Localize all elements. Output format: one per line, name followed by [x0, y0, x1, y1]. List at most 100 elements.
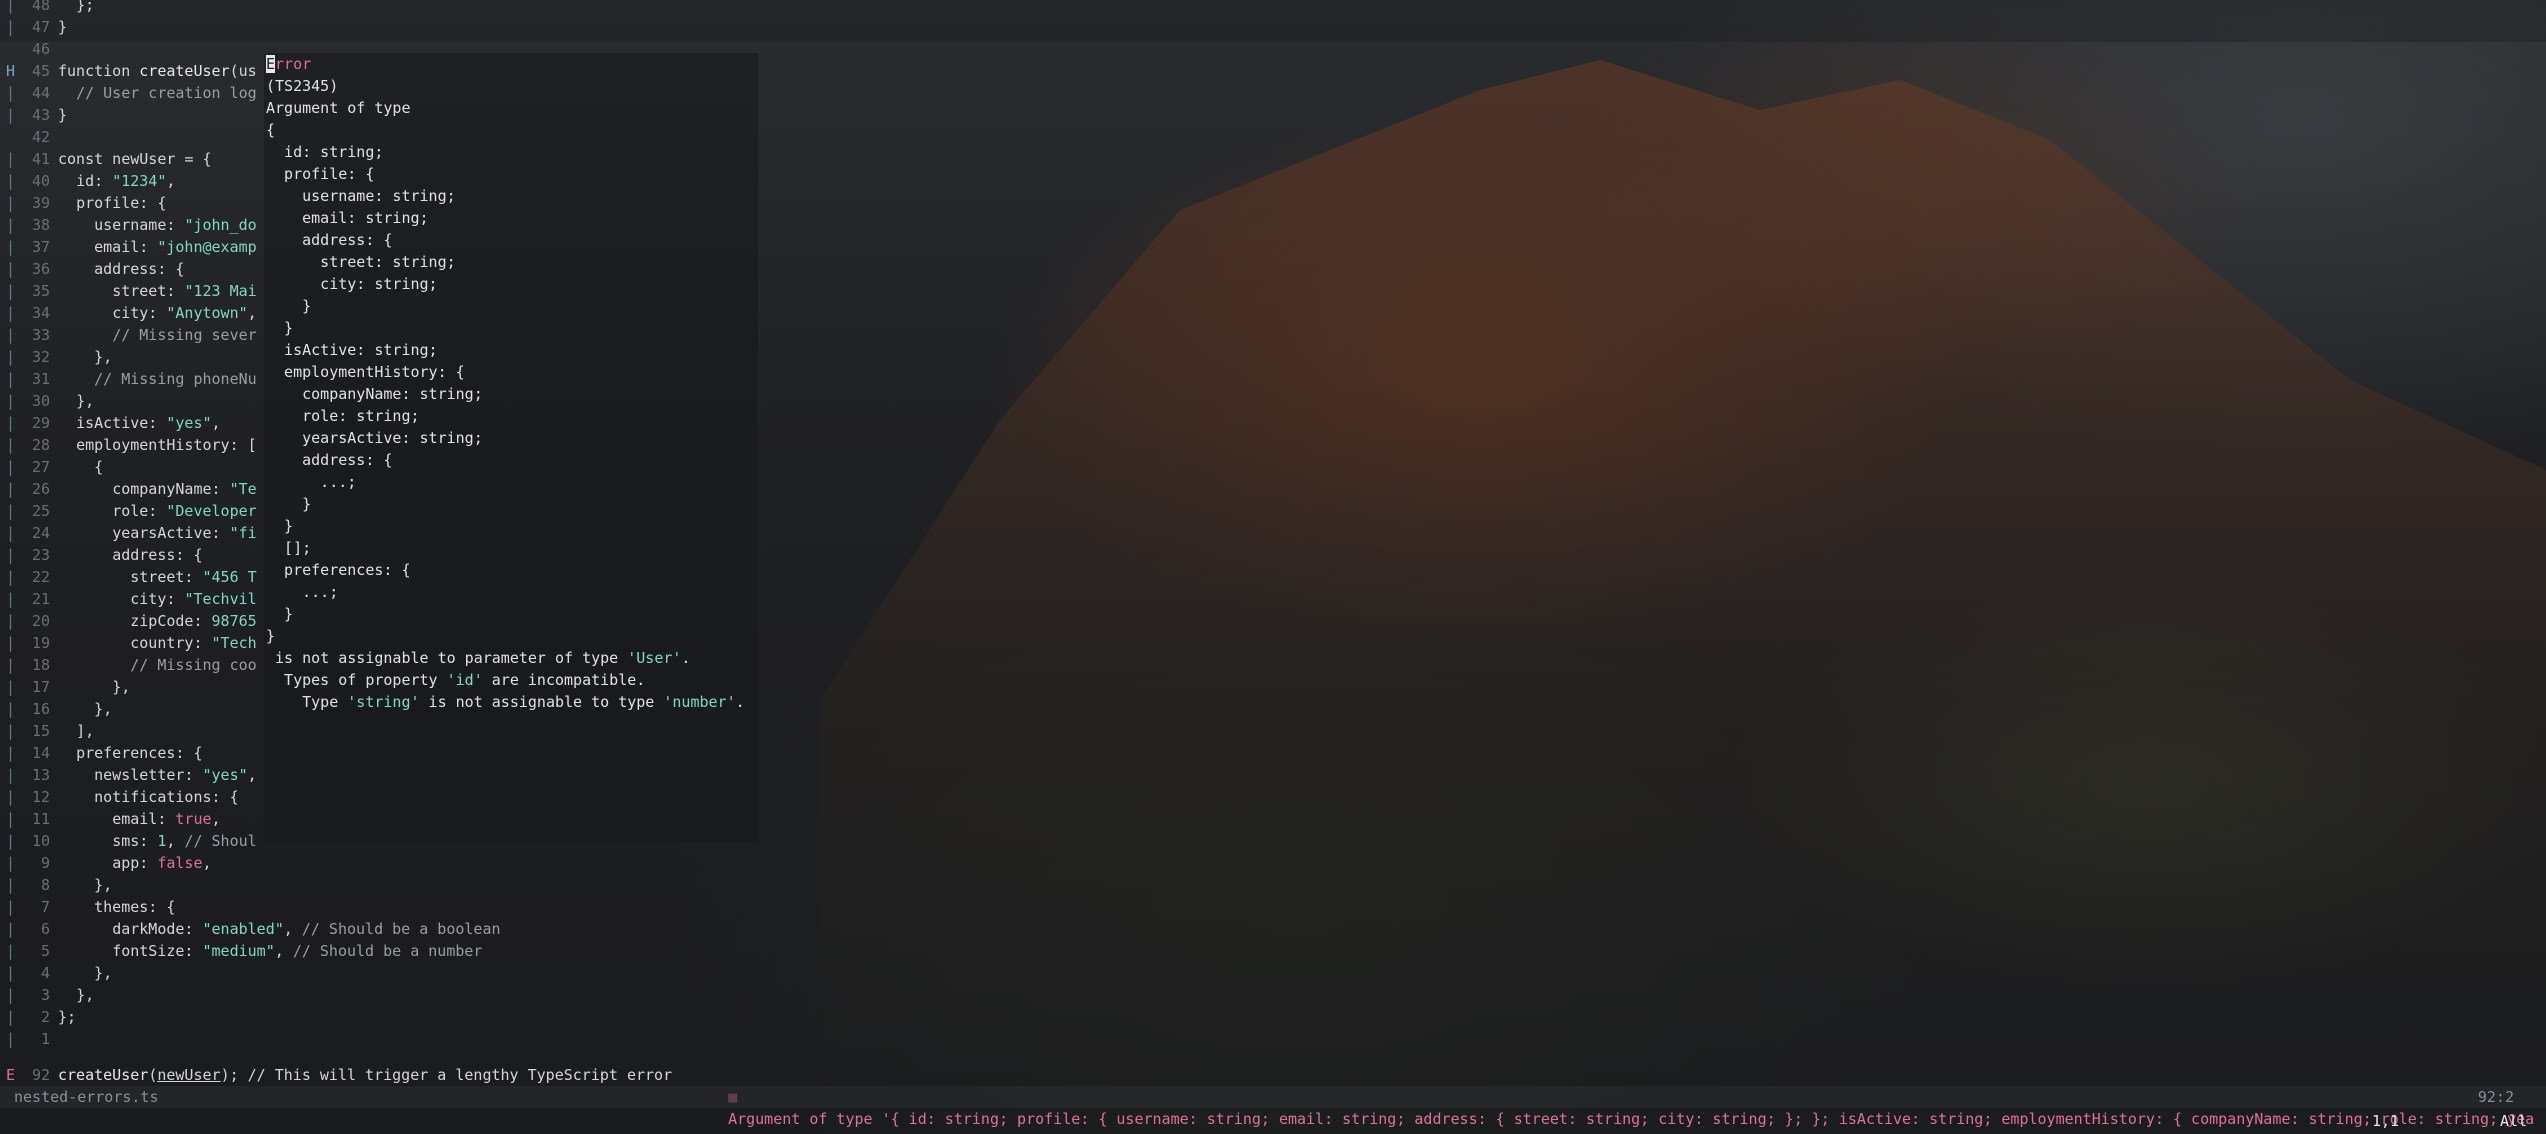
code-token: "Te [229, 480, 257, 498]
line-number: 17 [31, 678, 50, 696]
code-token: fontSize: [112, 942, 203, 960]
line-number: 5 [40, 942, 50, 960]
popup-line: Types of property 'id' are incompatible. [266, 669, 645, 691]
line-number: 14 [31, 744, 50, 762]
code-token: , [166, 172, 176, 190]
code-token: "Anytown" [166, 304, 248, 322]
file-name: nested-errors.ts [14, 1088, 159, 1106]
line-number: 2 [40, 1008, 50, 1026]
popup-text: is not assignable to type [419, 693, 664, 711]
code-token: address: { [112, 546, 203, 564]
code-text: function createUser(us [58, 60, 257, 82]
code-token: role: [112, 502, 167, 520]
code-token: email: [94, 238, 158, 256]
code-text: }, [58, 874, 112, 896]
ruler-position: 1,1 [2372, 1112, 2400, 1130]
code-text: }, [58, 698, 112, 720]
code-text: const newUser = { [58, 148, 212, 170]
popup-text: are incompatible. [482, 671, 646, 689]
code-token: yearsActive: [112, 524, 230, 542]
command-line[interactable]: 1,1 All [0, 1108, 2546, 1134]
code-token: city: [112, 304, 167, 322]
popup-line: ...; [266, 471, 356, 493]
code-text: }, [58, 390, 94, 412]
line-number: 44 [31, 84, 50, 102]
popup-line: Type 'string' is not assignable to type … [266, 691, 745, 713]
line-number: 23 [31, 546, 50, 564]
code-token: ); [220, 1066, 248, 1084]
popup-line: yearsActive: string; [266, 427, 483, 449]
code-text: email: true, [58, 808, 220, 830]
code-text: }; [58, 1006, 76, 1028]
line-number: 3 [40, 986, 50, 1004]
code-token: , [247, 766, 257, 784]
code-token: newUser [157, 1066, 221, 1084]
status-line: nested-errors.ts 92:2 [0, 1086, 2546, 1108]
code-token: "yes" [202, 766, 248, 784]
popup-text: yearsActive: string; [266, 429, 483, 447]
text-cursor: E [266, 55, 276, 73]
code-token: themes: { [94, 898, 176, 916]
popup-text: role: string; [266, 407, 420, 425]
code-token: app: [112, 854, 158, 872]
popup-line: } [266, 493, 311, 515]
popup-text: . [735, 693, 745, 711]
popup-text: street: string; [266, 253, 456, 271]
code-token: street: [112, 282, 185, 300]
code-text: // Missing coo [58, 654, 256, 676]
code-text: app: false, [58, 852, 211, 874]
code-text: sms: 1, // Shoul [58, 830, 257, 852]
line-number: 38 [31, 216, 50, 234]
popup-text: address: { [266, 231, 393, 249]
line-number: 6 [40, 920, 50, 938]
popup-text: profile: { [266, 165, 375, 183]
code-text: // Missing sever [58, 324, 257, 346]
code-token: profile: { [76, 194, 167, 212]
popup-text: employmentHistory: { [266, 363, 465, 381]
popup-text: address: { [266, 451, 393, 469]
code-text: }, [58, 984, 94, 1006]
line-number: 29 [31, 414, 50, 432]
code-text: street: "123 Mai [58, 280, 257, 302]
popup-line: id: string; [266, 141, 383, 163]
code-token: address: { [94, 260, 185, 278]
code-token: ( [148, 1066, 158, 1084]
code-text: }, [58, 346, 112, 368]
code-token: , [274, 942, 293, 960]
popup-text: } [266, 297, 312, 315]
popup-text: { [266, 121, 276, 139]
line-number: 1 [40, 1030, 50, 1048]
line-number: 33 [31, 326, 50, 344]
line-number: 27 [31, 458, 50, 476]
line-number: 47 [31, 18, 50, 36]
code-token: city: [130, 590, 185, 608]
type-name: 'User' [627, 649, 682, 667]
code-text: fontSize: "medium", // Should be a numbe… [58, 940, 482, 962]
code-text: address: { [58, 544, 203, 566]
code-text: profile: { [58, 192, 166, 214]
popup-line: role: string; [266, 405, 420, 427]
code-token: zipCode: [130, 612, 212, 630]
code-token: "123 Mai [184, 282, 257, 300]
code-text: isActive: "yes", [58, 412, 221, 434]
popup-text: isActive: string; [266, 341, 438, 359]
line-number: 45 [31, 62, 50, 80]
code-token: createUser [139, 62, 230, 80]
code-text: { [58, 456, 103, 478]
popup-text: is not assignable to parameter of type [266, 649, 628, 667]
code-token: // User creation log [76, 84, 257, 102]
code-token: country: [130, 634, 212, 652]
popup-line: address: { [266, 229, 392, 251]
code-token: "fi [229, 524, 257, 542]
